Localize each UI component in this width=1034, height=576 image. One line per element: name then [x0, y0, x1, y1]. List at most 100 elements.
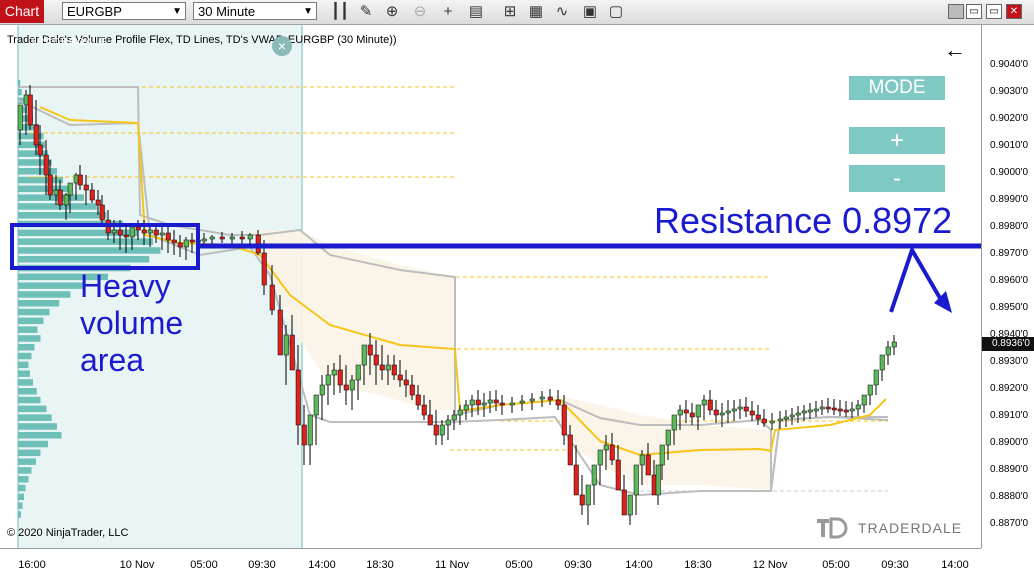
time-tick-label: 05:00	[505, 559, 533, 571]
candle-body	[421, 404, 427, 416]
candle-body	[487, 399, 493, 404]
profile-bar	[18, 194, 84, 201]
price-tick-label: 0.8960'0	[990, 275, 1029, 286]
minus-button[interactable]: -	[849, 165, 945, 192]
candle-body	[885, 346, 891, 356]
time-axis[interactable]: 16:00 10 Nov 05:00 09:30 14:00 18:30 11 Nov 05:…	[0, 548, 981, 576]
candle-body	[769, 420, 775, 424]
time-tick-label: 09:30	[564, 559, 592, 571]
candle-body	[385, 364, 391, 371]
price-tick-label: 0.8940'0	[990, 329, 1029, 340]
zoom-out-icon[interactable]: ⊖	[410, 2, 430, 22]
price-tick-label: 0.8920'0	[990, 383, 1029, 394]
candle-body	[17, 104, 23, 131]
candle-body	[879, 354, 885, 371]
candle-body	[509, 402, 515, 406]
mode-button[interactable]: MODE	[849, 76, 945, 100]
candle-body	[295, 369, 301, 426]
time-tick-label: 11 Nov	[434, 559, 470, 571]
candle-body	[867, 384, 873, 396]
profile-bar	[18, 317, 44, 325]
instrument-value: EURGBP	[67, 4, 122, 19]
profile-bar	[18, 361, 29, 369]
candle-body	[397, 374, 403, 381]
candle-body	[439, 424, 445, 436]
timeframe-select[interactable]: 30 Minute ▼	[193, 2, 317, 20]
price-tick-label: 0.8880'0	[990, 491, 1029, 502]
indicators-icon[interactable]: ∿	[552, 2, 572, 22]
zoom-in-icon[interactable]: ⊕	[382, 2, 402, 22]
instrument-select[interactable]: EURGBP ▼	[62, 2, 186, 20]
price-axis[interactable]: 0.8936'0 0.9040'0 0.9030'0 0.9020'0 0.9010'…	[981, 25, 1034, 548]
profile-bar	[18, 423, 57, 430]
back-arrow-icon[interactable]: ←	[944, 37, 966, 63]
candle-body	[277, 309, 283, 356]
chart-tab[interactable]: Chart	[0, 0, 44, 23]
time-tick-label: 18:30	[684, 559, 712, 571]
candle-body	[183, 239, 189, 248]
copyright-text: © 2020 NinjaTrader, LLC	[7, 527, 129, 539]
templates-icon[interactable]: ▣	[580, 2, 600, 22]
profile-bar	[18, 414, 52, 421]
time-tick-label: 09:30	[881, 559, 909, 571]
candle-body	[117, 229, 123, 236]
candle-body	[609, 444, 615, 461]
candle-body	[561, 404, 567, 436]
close-window-button[interactable]: ✕	[1006, 4, 1022, 19]
restore-button[interactable]: ▭	[986, 4, 1002, 19]
chevron-down-icon: ▼	[303, 6, 313, 17]
price-tick-label: 0.8950'0	[990, 302, 1029, 313]
time-tick-label: 12 Nov	[752, 559, 788, 571]
candle-body	[307, 414, 313, 446]
candle-body	[409, 384, 415, 396]
candle-body	[819, 406, 825, 410]
attach-icon[interactable]: ▢	[606, 2, 626, 22]
candle-body	[659, 444, 665, 466]
candle-body	[493, 399, 499, 404]
candle-body	[737, 406, 743, 410]
profile-bar	[18, 80, 21, 87]
maximize-button[interactable]: ▭	[966, 4, 982, 19]
pencil-icon[interactable]: ✎	[356, 2, 376, 22]
crosshair-icon[interactable]: +	[438, 2, 458, 22]
profile-bar	[18, 370, 30, 377]
strategy-icon[interactable]: ▦	[526, 2, 546, 22]
candle-body	[427, 414, 433, 426]
candle-body	[361, 344, 367, 366]
profile-bar	[18, 405, 47, 413]
candle-body	[301, 424, 307, 446]
time-tick-label: 14:00	[625, 559, 653, 571]
plus-button[interactable]: +	[849, 127, 945, 154]
candle-body	[343, 384, 349, 391]
traderdale-logo-icon	[817, 517, 848, 539]
candle-body	[337, 369, 343, 386]
profile-bar	[18, 291, 71, 298]
profile-bar	[18, 150, 48, 157]
candle-body	[597, 449, 603, 466]
candle-body	[289, 334, 295, 371]
candle-body	[83, 184, 89, 191]
profile-bar	[18, 458, 36, 465]
candle-body	[403, 379, 409, 386]
candle-body	[43, 154, 49, 176]
bars-icon[interactable]: ┃┃	[330, 2, 350, 22]
candle-body	[219, 236, 225, 240]
candle-body	[825, 406, 831, 410]
profile-bar	[18, 300, 60, 307]
candle-body	[855, 404, 861, 410]
properties-icon[interactable]: ▤	[466, 2, 486, 22]
price-tick-label: 0.8870'0	[990, 518, 1029, 529]
candle-body	[319, 384, 325, 396]
close-profile-icon[interactable]: ×	[272, 36, 292, 56]
minimize-button[interactable]	[948, 4, 964, 19]
candle-body	[239, 236, 245, 240]
data-box-icon[interactable]: ⊞	[500, 2, 520, 22]
chevron-down-icon: ▼	[172, 6, 182, 17]
candle-body	[57, 189, 63, 206]
candle-body	[135, 226, 141, 231]
price-tick-label: 0.9010'0	[990, 140, 1029, 151]
candle-body	[795, 412, 801, 416]
profile-bar	[18, 432, 62, 439]
profile-bar	[18, 388, 37, 395]
candle-body	[451, 414, 457, 421]
